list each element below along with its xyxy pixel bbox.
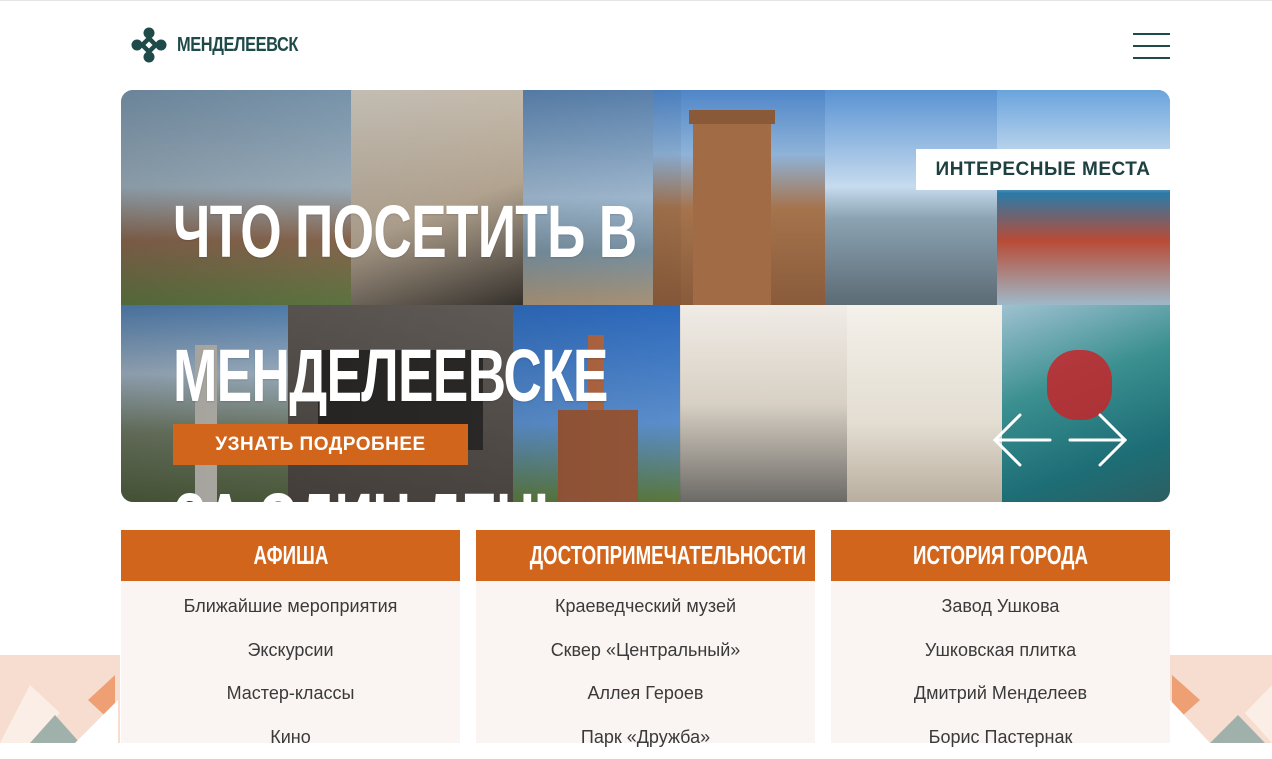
card-link[interactable]: Ближайшие мероприятия [121, 585, 460, 629]
photo-tile-embankment [825, 90, 997, 305]
card-title[interactable]: ИСТОРИЯ ГОРОДА [831, 530, 1170, 581]
arrow-right-icon[interactable] [1068, 412, 1128, 468]
card-afisha: АФИША Ближайшие мероприятия Экскурсии Ма… [121, 530, 460, 743]
card-link[interactable]: Ушковская плитка [831, 629, 1170, 673]
decorative-ornament-right [1170, 655, 1272, 743]
card-link[interactable]: Экскурсии [121, 629, 460, 673]
card-title[interactable]: ДОСТОПРИМЕЧАТЕЛЬНОСТИ [476, 530, 815, 581]
hero-title-line-3: ЗА ОДИН ДЕНЬ [173, 484, 547, 502]
hero-title-line-1: ЧТО ПОСЕТИТЬ В [173, 196, 547, 268]
card-link[interactable]: Сквер «Центральный» [476, 629, 815, 673]
photo-tile-mural [1002, 305, 1170, 502]
category-badge[interactable]: ИНТЕРЕСНЫЕ МЕСТА [916, 149, 1170, 190]
card-title[interactable]: АФИША [121, 530, 460, 581]
decorative-ornament-left [0, 655, 120, 743]
hero-title-line-2: МЕНДЕЛЕЕВСКЕ [173, 340, 547, 412]
card-link[interactable]: Парк «Дружба» [476, 716, 815, 759]
photo-tile-building [997, 90, 1170, 305]
logo-text: МЕНДЕЛЕЕВСК [177, 34, 298, 57]
card-history: ИСТОРИЯ ГОРОДА Завод Ушкова Ушковская пл… [831, 530, 1170, 743]
card-link[interactable]: Борис Пастернак [831, 716, 1170, 759]
card-sights: ДОСТОПРИМЕЧАТЕЛЬНОСТИ Краеведческий музе… [476, 530, 815, 743]
top-divider [0, 0, 1272, 1]
learn-more-button[interactable]: УЗНАТЬ ПОДРОБНЕЕ [173, 424, 468, 465]
card-link[interactable]: Завод Ушкова [831, 585, 1170, 629]
hero-banner: ЧТО ПОСЕТИТЬ В МЕНДЕЛЕЕВСКЕ ЗА ОДИН ДЕНЬ… [121, 90, 1170, 502]
card-link[interactable]: Аллея Героев [476, 672, 815, 716]
ornament-flower-icon [131, 27, 167, 63]
card-link[interactable]: Кино [121, 716, 460, 759]
arrow-left-icon[interactable] [992, 412, 1052, 468]
card-link[interactable]: Мастер-классы [121, 672, 460, 716]
card-link[interactable]: Дмитрий Менделеев [831, 672, 1170, 716]
card-link[interactable]: Краеведческий музей [476, 585, 815, 629]
hamburger-menu-icon[interactable] [1133, 33, 1170, 59]
photo-tile-museum [680, 305, 847, 502]
photo-tile-wall [847, 305, 1002, 502]
site-logo[interactable]: МЕНДЕЛЕЕВСК [131, 27, 325, 63]
